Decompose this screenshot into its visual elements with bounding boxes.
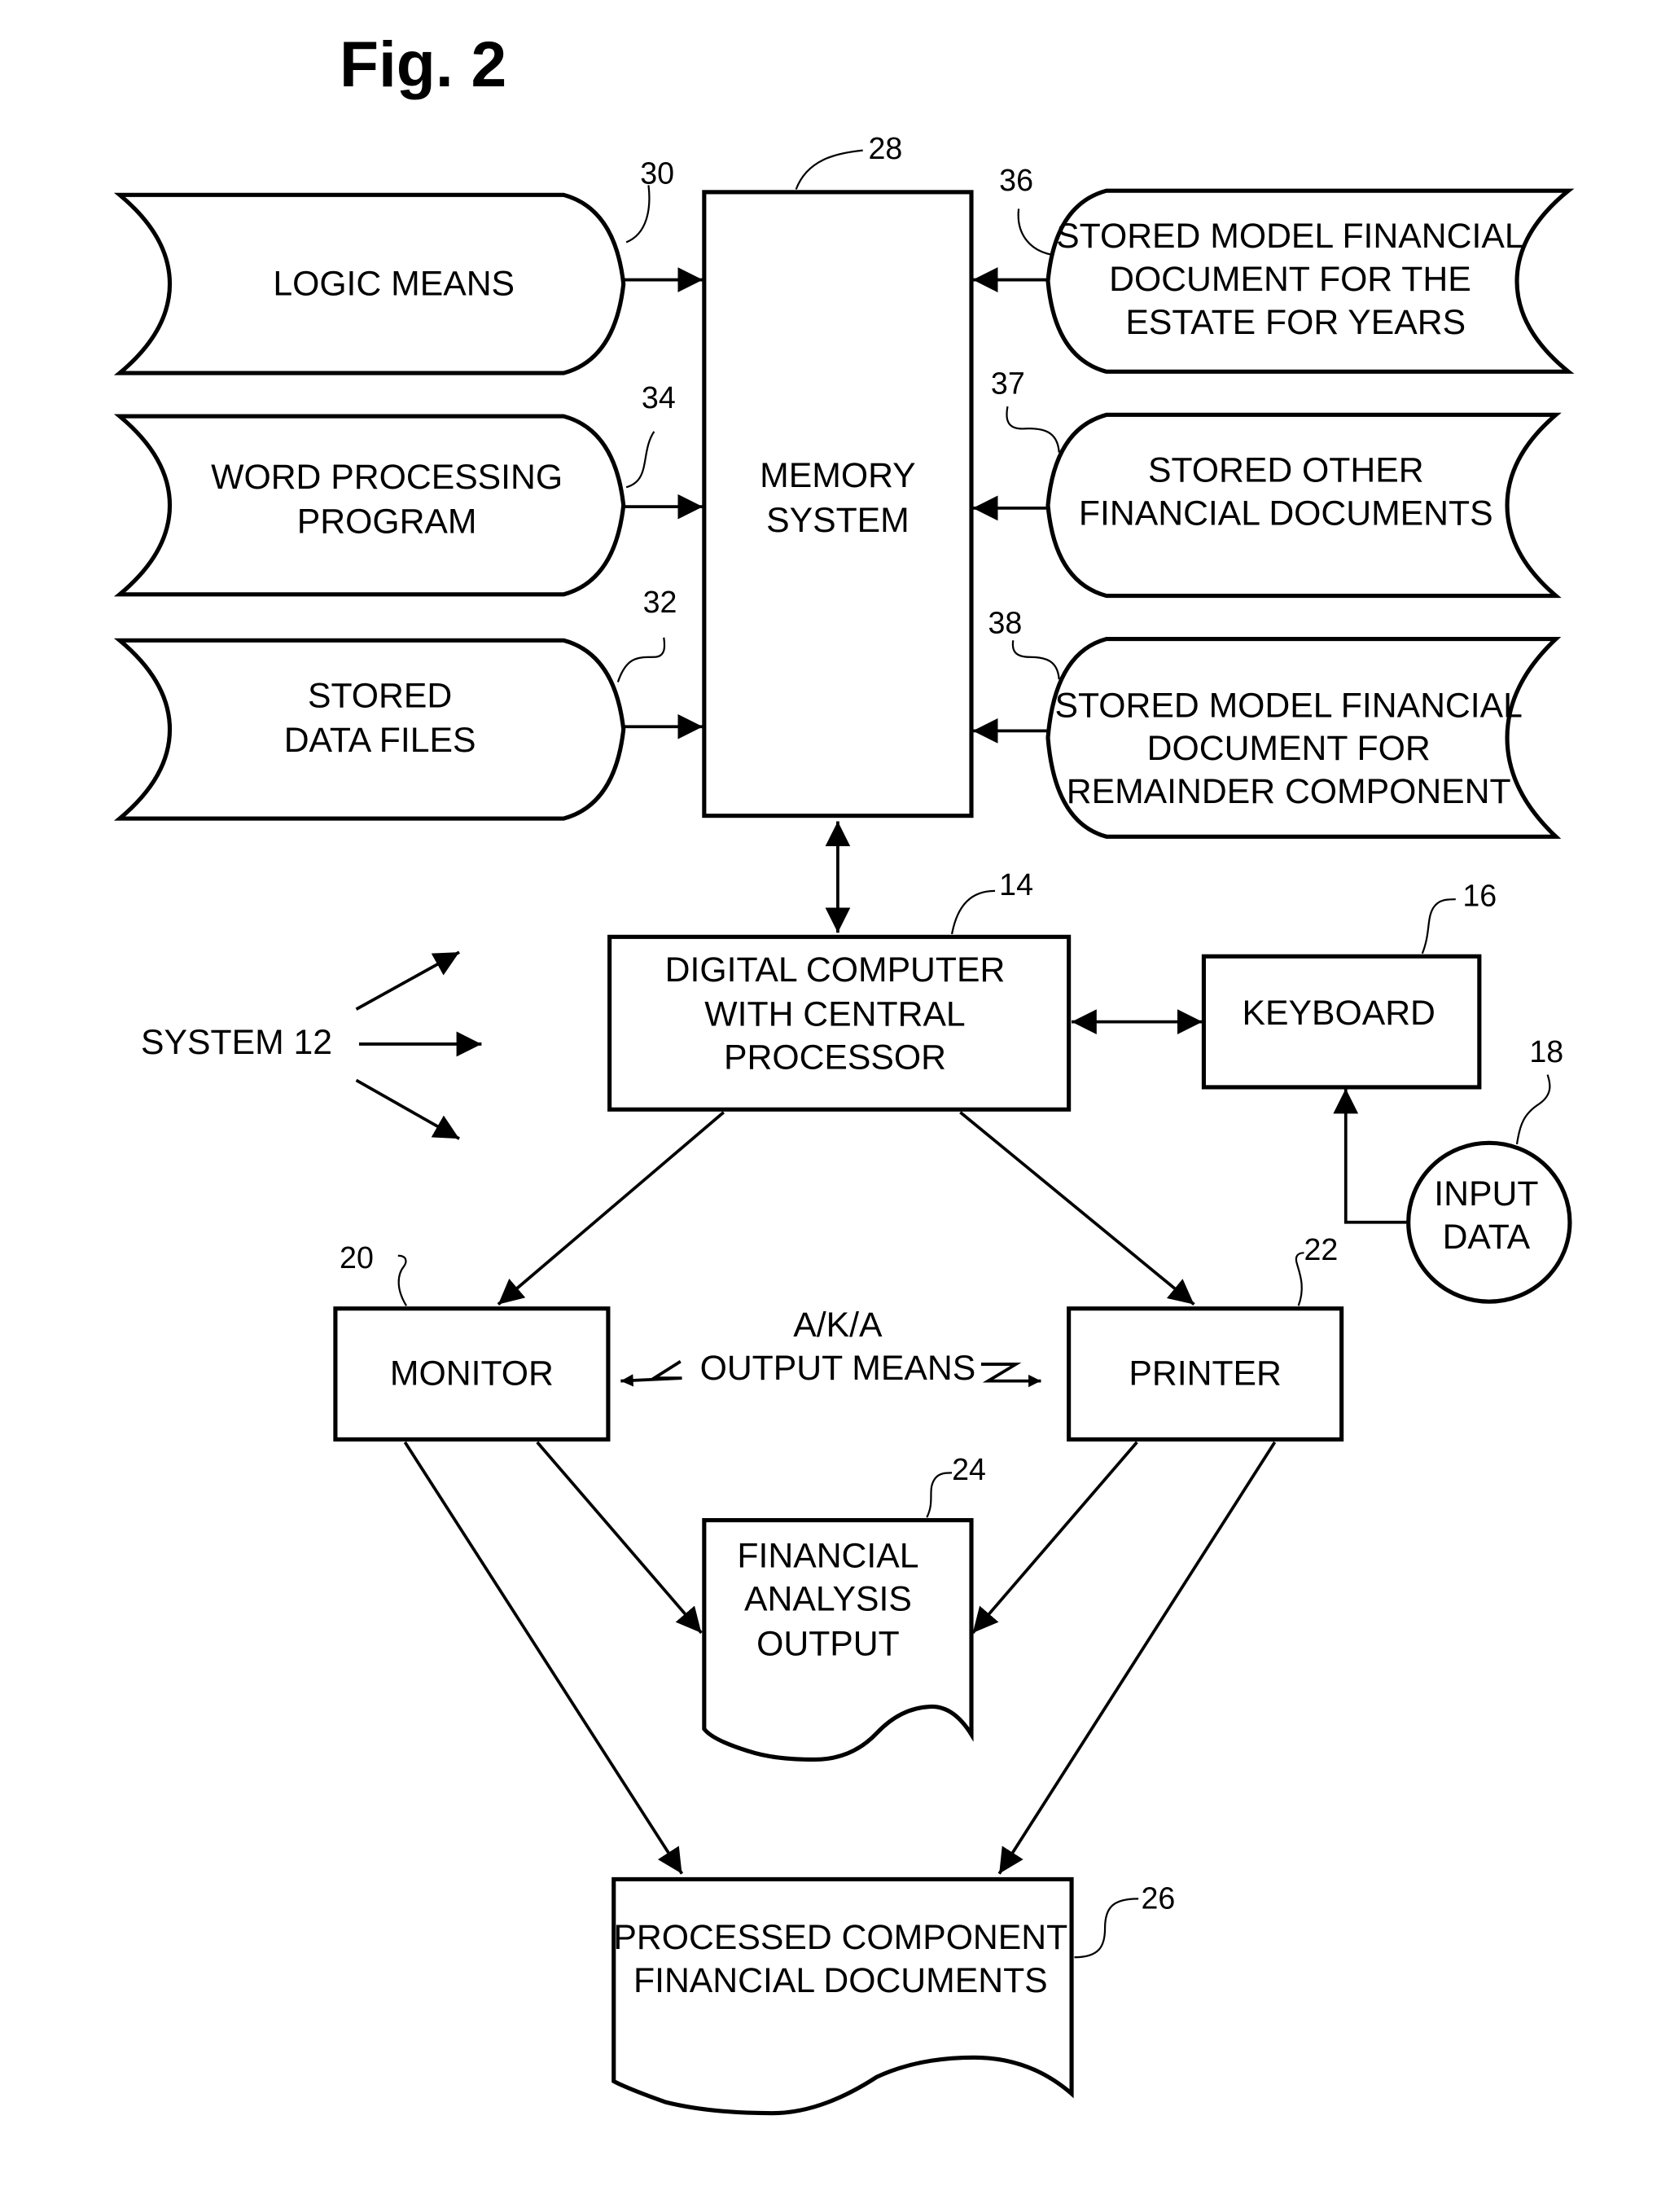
leader-line-22 [1295,1252,1304,1306]
leader-line-32 [616,637,666,682]
leader-line-14 [950,889,996,935]
ref-number-24: 24 [952,1452,986,1486]
arrow-input-to-keyboard [1333,1088,1409,1224]
leader-line-26 [1074,1898,1139,1959]
input-data-label-line-2: DATA [1443,1218,1531,1257]
ref-number-14: 14 [999,867,1033,902]
output-means-label-line-1: A/K/A [793,1306,883,1345]
logic-means-label: LOGIC MEANS [273,264,515,303]
arrow-computer-to-printer [959,1111,1195,1306]
model-remainder-label-line-1: STORED MODEL FINANCIAL [1054,686,1522,725]
ref-number-20: 20 [340,1240,374,1275]
processed-documents-label-line-2: FINANCIAL DOCUMENTS [633,1961,1048,2000]
model-remainder-label-line-3: REMAINDER COMPONENT [1067,772,1511,811]
computer-label-line-2: WITH CENTRAL [704,995,965,1034]
processed-documents-node: PROCESSED COMPONENT FINANCIAL DOCUMENTS … [611,1876,1176,2116]
memory-system-node: MEMORY SYSTEM 28 [702,131,974,819]
stored-data-files-node: STORED DATA FILES 32 [113,585,704,821]
output-means-label-line-2: OUTPUT MEANS [700,1349,976,1388]
word-processing-node: WORD PROCESSING PROGRAM 34 [113,380,704,597]
ref-number-26: 26 [1142,1881,1176,1915]
keyboard-node: KEYBOARD 16 [1201,879,1497,1090]
processed-documents-label-line-1: PROCESSED COMPONENT [613,1918,1067,1957]
zigzag-arrow-to-printer [980,1363,1041,1388]
analysis-output-label-line-3: OUTPUT [756,1624,900,1663]
arrow-printer-to-analysis [971,1441,1138,1635]
computer-label-line-3: PROCESSOR [724,1038,946,1077]
ref-number-32: 32 [643,585,677,619]
leader-line-28 [795,149,863,190]
leader-line-37 [1006,406,1060,453]
logic-means-node: LOGIC MEANS 30 [113,156,704,375]
other-documents-node: STORED OTHER FINANCIAL DOCUMENTS 37 [972,366,1562,599]
other-documents-label-line-2: FINANCIAL DOCUMENTS [1079,494,1493,533]
printer-label: PRINTER [1129,1354,1281,1393]
model-remainder-node: STORED MODEL FINANCIAL DOCUMENT FOR REMA… [972,606,1562,839]
leader-line-20 [397,1254,408,1306]
system-arrow-down [355,1078,460,1140]
ref-number-18: 18 [1529,1034,1563,1069]
other-documents-label-line-1: STORED OTHER [1148,450,1424,489]
model-estate-label-line-2: DOCUMENT FOR THE [1109,260,1471,299]
monitor-node: MONITOR 20 [333,1240,611,1442]
word-processing-label-line-1: WORD PROCESSING [211,458,563,497]
monitor-label: MONITOR [390,1354,554,1393]
printer-node: PRINTER 22 [1067,1232,1344,1442]
output-means-group: A/K/A OUTPUT MEANS [620,1306,1041,1388]
ref-number-38: 38 [988,606,1023,640]
keyboard-label: KEYBOARD [1243,994,1435,1033]
figure-2-diagram: Fig. 2 MEMORY SYSTEM 28 LOGIC MEANS 30 W… [113,29,1575,2116]
model-estate-label-line-1: STORED MODEL FINANCIAL [1056,217,1523,256]
ref-number-22: 22 [1304,1232,1338,1266]
ref-number-34: 34 [642,380,676,415]
arrow-computer-to-monitor [497,1111,725,1306]
memory-label-line-1: MEMORY [760,456,915,495]
leader-line-18 [1515,1074,1551,1145]
ref-number-28: 28 [869,131,903,165]
leader-line-38 [1011,640,1060,680]
arrow-monitor-to-processed [403,1441,684,1875]
leader-line-16 [1421,898,1456,955]
model-estate-label-line-3: ESTATE FOR YEARS [1125,303,1466,342]
analysis-output-label-line-1: FINANCIAL [737,1537,918,1576]
model-remainder-label-line-2: DOCUMENT FOR [1147,729,1431,768]
arrow-monitor-to-analysis [536,1441,703,1635]
stored-data-files-label-line-1: STORED [308,676,452,715]
system-arrow-up [355,950,460,1011]
computer-label-line-1: DIGITAL COMPUTER [665,950,1006,990]
financial-analysis-output-node: FINANCIAL ANALYSIS OUTPUT 24 [702,1452,986,1762]
model-estate-node: STORED MODEL FINANCIAL DOCUMENT FOR THE … [972,163,1575,374]
leader-line-30 [625,185,651,244]
system-12-label-group: SYSTEM 12 [141,950,482,1140]
ref-number-36: 36 [999,163,1033,197]
leader-line-24 [926,1472,953,1518]
figure-title: Fig. 2 [340,29,506,100]
leader-line-34 [625,431,655,489]
arrow-printer-to-processed [997,1441,1277,1875]
input-data-label-line-1: INPUT [1434,1174,1538,1214]
ref-number-30: 30 [640,156,674,191]
stored-data-files-label-line-2: DATA FILES [284,721,476,760]
analysis-output-label-line-2: ANALYSIS [744,1580,912,1619]
ref-number-16: 16 [1462,879,1497,913]
zigzag-arrow-to-monitor [620,1360,682,1387]
word-processing-label-line-2: PROGRAM [297,503,477,542]
ref-number-37: 37 [991,366,1025,401]
system-12-label: SYSTEM 12 [141,1023,332,1062]
leader-line-36 [1017,208,1053,256]
memory-label-line-2: SYSTEM [766,501,910,540]
